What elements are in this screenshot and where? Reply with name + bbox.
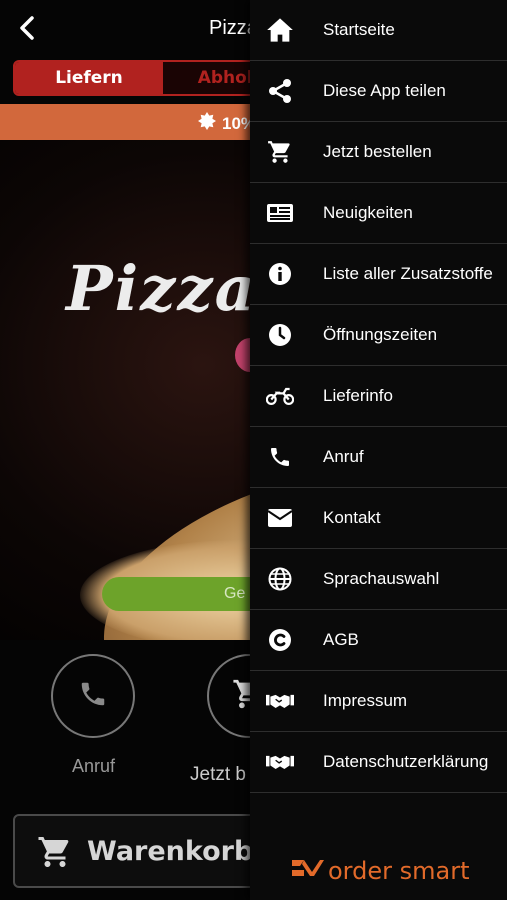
menu-item-label: Jetzt bestellen	[323, 142, 432, 161]
menu-item-startseite[interactable]: Startseite	[250, 0, 507, 61]
brand-logo: order smart	[290, 856, 470, 885]
order-now-label: Jetzt b	[190, 764, 246, 785]
side-menu: Startseite Diese App teilen Jetzt bestel…	[250, 0, 507, 900]
copyright-icon	[266, 627, 294, 653]
menu-item-label: Sprachauswahl	[323, 569, 440, 588]
phone-icon	[78, 679, 108, 714]
menu-item-contact[interactable]: Kontakt	[250, 488, 507, 549]
menu-item-label: Liste aller Zusatzstoffe	[323, 264, 493, 283]
brand-name: order smart	[328, 856, 470, 885]
menu-item-label: Impressum	[323, 691, 408, 710]
envelope-icon	[266, 505, 294, 531]
clock-icon	[266, 322, 294, 348]
menu-item-call[interactable]: Anruf	[250, 427, 507, 488]
menu-item-delivery-info[interactable]: Lieferinfo	[250, 366, 507, 427]
menu-item-opening-hours[interactable]: Öffnungszeiten	[250, 305, 507, 366]
call-label: Anruf	[72, 756, 116, 776]
share-icon	[266, 78, 294, 104]
menu-item-label: Datenschutzerklärung	[323, 752, 489, 771]
menu-item-additives[interactable]: Liste aller Zusatzstoffe	[250, 244, 507, 305]
menu-item-share-app[interactable]: Diese App teilen	[250, 61, 507, 122]
info-icon	[266, 261, 294, 287]
menu-item-privacy[interactable]: Datenschutzerklärung	[250, 732, 507, 793]
menu-item-news[interactable]: Neuigkeiten	[250, 183, 507, 244]
menu-item-agb[interactable]: AGB	[250, 610, 507, 671]
news-icon	[266, 200, 294, 226]
menu-item-language[interactable]: Sprachauswahl	[250, 549, 507, 610]
call-button[interactable]	[51, 654, 135, 738]
menu-item-label: Anruf	[323, 447, 364, 466]
cart-label: Warenkorb	[87, 836, 254, 867]
order-smart-logo-icon	[290, 856, 324, 885]
cart-icon	[266, 139, 294, 165]
menu-item-order-now[interactable]: Jetzt bestellen	[250, 122, 507, 183]
tab-liefern[interactable]: Liefern	[15, 62, 163, 94]
menu-item-label: Öffnungszeiten	[323, 325, 438, 344]
menu-item-label: Neuigkeiten	[323, 203, 413, 222]
badge-icon	[198, 112, 216, 135]
menu-item-label: Diese App teilen	[323, 81, 446, 100]
handshake-icon	[266, 749, 294, 775]
back-arrow-icon[interactable]	[16, 14, 40, 42]
menu-item-label: Kontakt	[323, 508, 381, 527]
globe-icon	[266, 566, 294, 592]
cart-icon	[37, 834, 73, 875]
menu-item-imprint[interactable]: Impressum	[250, 671, 507, 732]
menu-item-label: Startseite	[323, 20, 395, 39]
order-now-label: Ge	[224, 585, 246, 602]
restaurant-logo: Pizza	[66, 252, 257, 325]
menu-item-label: Lieferinfo	[323, 386, 393, 405]
motorbike-icon	[266, 383, 294, 409]
handshake-icon	[266, 688, 294, 714]
menu-item-label: AGB	[323, 630, 359, 649]
home-icon	[266, 17, 294, 43]
phone-icon	[266, 444, 294, 470]
